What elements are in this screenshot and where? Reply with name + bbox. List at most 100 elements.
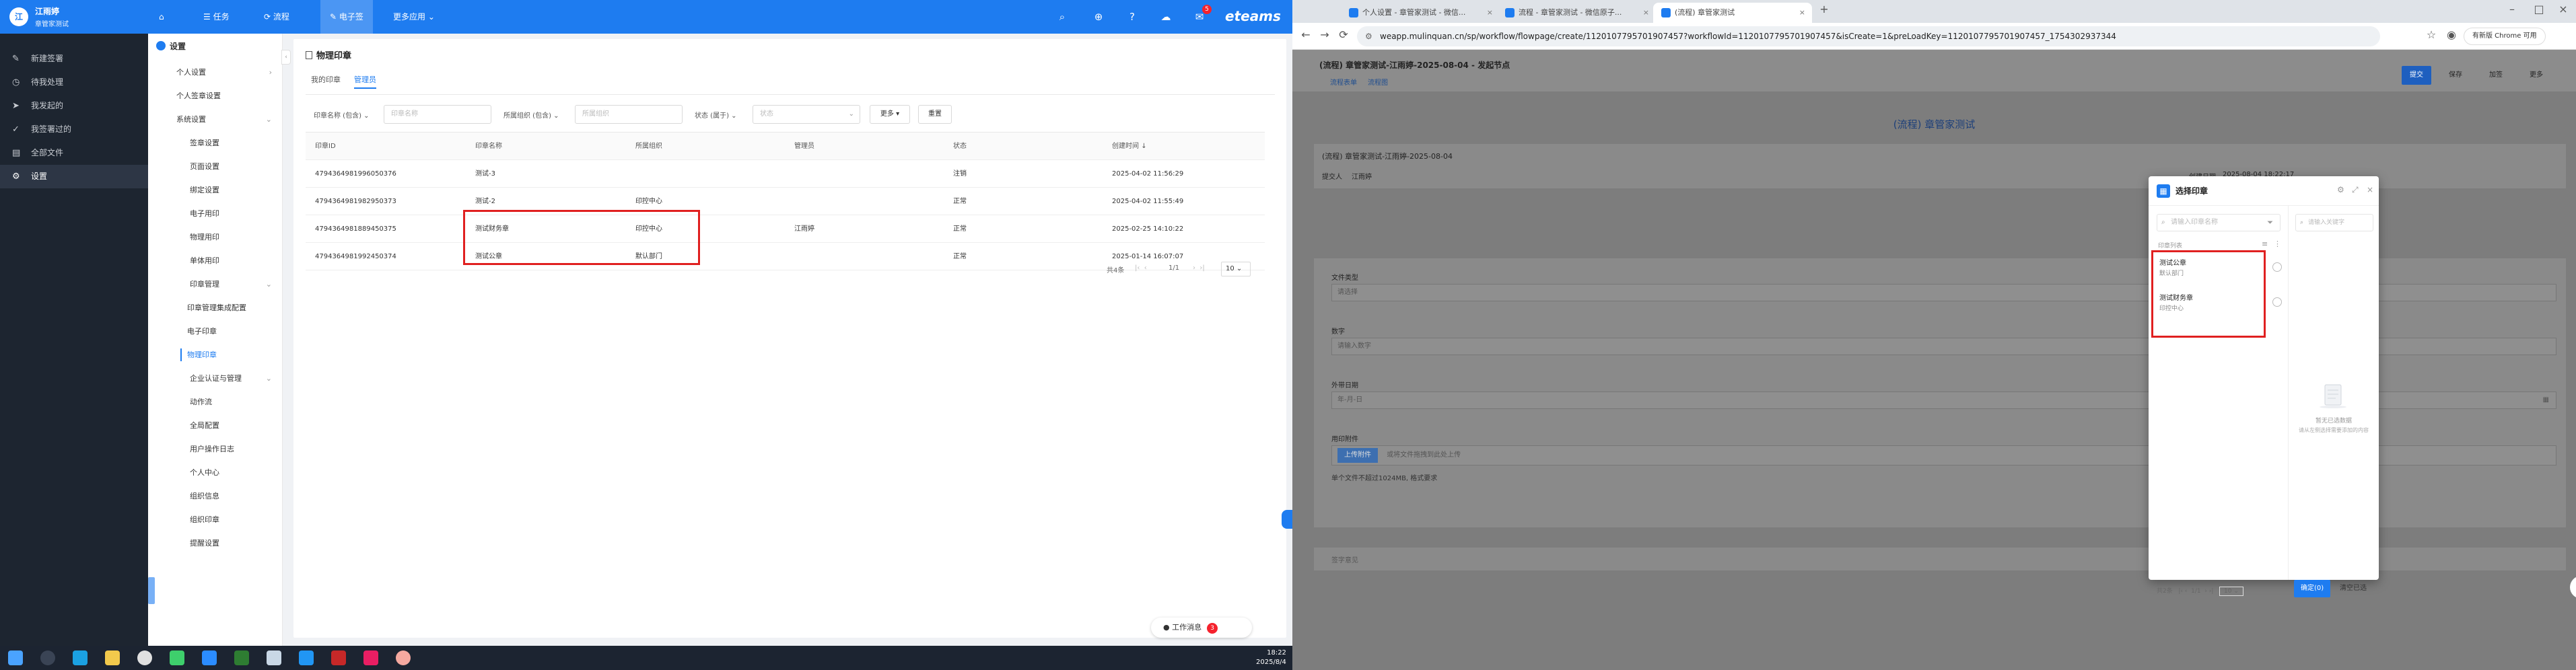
tab-form[interactable]: 流程表单	[1330, 79, 1357, 87]
tab-admin[interactable]: 管理员	[354, 74, 376, 89]
filter-name-label[interactable]: 印章名称 (包含) ⌄	[314, 110, 370, 120]
sidebar-item-new-sign[interactable]: ✎ 新建签署	[0, 47, 148, 71]
settings-item-global-config[interactable]: 全局配置	[148, 414, 283, 437]
chrome-icon[interactable]	[137, 650, 152, 665]
profile-icon[interactable]: ◉	[2443, 28, 2460, 41]
table-row[interactable]: 4794364981982950373 测试-2 印控中心 正常 2025-04…	[306, 188, 1265, 215]
browser-tab-active[interactable]: (流程) 章管家测试 ×	[1653, 3, 1812, 23]
pager-prev[interactable]: |‹ ‹	[1135, 264, 1147, 272]
browser-tab[interactable]: 个人设置 - 章管家测试 - 微信... ×	[1341, 3, 1500, 23]
reset-button[interactable]: 重置	[918, 105, 952, 124]
settings-item-personal[interactable]: 个人设置 ›	[148, 61, 283, 84]
search-icon[interactable]: ⌕	[1054, 9, 1070, 25]
settings-item-physical-seal-use[interactable]: 物理用印	[148, 225, 283, 249]
sidebar-item-initiated[interactable]: ➤ 我发起的	[0, 94, 148, 118]
close-icon[interactable]: ×	[1487, 3, 1493, 23]
list-view-icon[interactable]: ≡	[2262, 239, 2268, 248]
settings-item-single-use[interactable]: 单体用印	[148, 249, 283, 272]
seal-option-radio[interactable]	[2272, 297, 2282, 307]
system-clock[interactable]: 18:22 2025/8/4	[1256, 648, 1286, 667]
message-icon[interactable]: ✉ 5	[1191, 5, 1212, 25]
settings-item-org-seal[interactable]: 组织印章	[148, 508, 283, 531]
help-icon[interactable]: ?	[1124, 9, 1140, 25]
settings-item-e-seal-use[interactable]: 电子用印	[148, 202, 283, 225]
more-filters-button[interactable]: 更多 ▾	[870, 105, 910, 124]
sign-opinion-input[interactable]: 签字意见	[1331, 554, 1358, 564]
app-icon[interactable]	[267, 650, 281, 665]
forward-icon[interactable]: →	[1317, 28, 1333, 41]
wechat-icon[interactable]	[170, 650, 184, 665]
settings-nav-scrollbar[interactable]	[148, 577, 155, 604]
table-row[interactable]: 4794364981889450375 测试财务章 印控中心 江雨婷 正常 20…	[306, 215, 1265, 243]
close-icon[interactable]: ×	[1799, 3, 1805, 23]
dialog-page-size[interactable]: 10 ⌄	[2219, 587, 2243, 596]
status-select[interactable]: 状态 ⌄	[753, 105, 860, 124]
close-icon[interactable]: ×	[2367, 185, 2373, 194]
nav-task[interactable]: ☰ 任务	[203, 0, 230, 34]
org-input[interactable]: 所属组织	[575, 105, 683, 124]
app-icon[interactable]	[299, 650, 314, 665]
app-icon[interactable]	[363, 650, 378, 665]
excel-icon[interactable]	[234, 650, 249, 665]
tab-flowchart[interactable]: 流程图	[1368, 79, 1388, 87]
address-bar[interactable]: ⚙ weapp.mulinquan.cn/sp/workflow/flowpage…	[1357, 26, 2380, 46]
settings-item-e-seal[interactable]: 电子印章	[148, 320, 283, 343]
new-tab-icon[interactable]: +	[1816, 3, 1832, 15]
nav-esign[interactable]: ✎ 电子签	[320, 0, 373, 34]
floating-assistant-tab[interactable]	[1282, 510, 1292, 529]
settings-item-seal-management[interactable]: 印章管理 ⌄	[148, 272, 283, 296]
settings-item-action-flow[interactable]: 动作流	[148, 390, 283, 414]
clear-selected-button[interactable]: 清空已选	[2333, 580, 2373, 597]
settings-item-reminder[interactable]: 提醒设置	[148, 531, 283, 555]
collapse-toggle[interactable]: ‹	[281, 50, 291, 65]
browser-tab[interactable]: 流程 - 章管家测试 - 微信原子... ×	[1497, 3, 1656, 23]
edge-icon[interactable]	[73, 650, 88, 665]
app-icon[interactable]	[202, 650, 217, 665]
seal-name-input[interactable]: 印章名称	[384, 105, 491, 124]
app-icon[interactable]	[331, 650, 346, 665]
sidebar-item-todo[interactable]: ◷ 待我处理	[0, 71, 148, 94]
nav-home[interactable]: ⌂	[159, 0, 164, 34]
col-created[interactable]: 创建时间 ↓	[1112, 133, 1147, 160]
close-icon[interactable]: ×	[1643, 3, 1649, 23]
settings-item-seal-integration[interactable]: 印章管理集成配置	[148, 296, 283, 320]
cloud-icon[interactable]: ☁	[1158, 9, 1174, 25]
settings-item-system[interactable]: 系统设置 ⌄	[148, 108, 283, 131]
sidebar-item-settings[interactable]: ⚙ 设置	[0, 165, 148, 188]
bookmark-star-icon[interactable]: ☆	[2423, 28, 2439, 41]
settings-item-personal-seal[interactable]: 个人签章设置	[148, 84, 283, 108]
tab-my-seals[interactable]: 我的印章	[311, 74, 341, 85]
submit-button[interactable]: 提交	[2402, 66, 2431, 85]
settings-item-page[interactable]: 页面设置	[148, 155, 283, 178]
back-icon[interactable]: ←	[1298, 28, 1314, 41]
maximize-icon[interactable]: □	[2531, 3, 2547, 15]
save-button[interactable]: 保存	[2441, 66, 2470, 85]
settings-item-org-info[interactable]: 组织信息	[148, 484, 283, 508]
user-name[interactable]: 江雨婷	[35, 5, 59, 17]
seal-search-input[interactable]: ⌕ 请输入印章名称 ⏷	[2157, 214, 2281, 231]
settings-item-enterprise-auth[interactable]: 企业认证与管理 ⌄	[148, 367, 283, 390]
close-window-icon[interactable]: ×	[2555, 3, 2571, 15]
tree-view-icon[interactable]: ⋮	[2274, 239, 2281, 248]
user-avatar[interactable]: 江	[9, 7, 28, 26]
pager-next[interactable]: › ›|	[1193, 264, 1205, 272]
settings-item-binding[interactable]: 绑定设置	[148, 178, 283, 202]
table-row[interactable]: 4794364981996050376 测试-3 注销 2025-04-02 1…	[306, 160, 1265, 188]
settings-item-personal-center[interactable]: 个人中心	[148, 461, 283, 484]
settings-item-seal-settings[interactable]: 签章设置	[148, 131, 283, 155]
nav-flow[interactable]: ⟳ 流程	[264, 0, 289, 34]
chrome-icon[interactable]	[396, 650, 411, 665]
more-button[interactable]: 更多	[2521, 66, 2551, 85]
work-notice-button[interactable]: ● 工作消息 3	[1151, 618, 1252, 638]
chrome-update-button[interactable]: 有新版 Chrome 可用	[2464, 28, 2546, 45]
selected-search-input[interactable]: ⌕ 请输入关键字	[2295, 214, 2373, 231]
folder-icon[interactable]	[105, 650, 120, 665]
settings-item-user-log[interactable]: 用户操作日志	[148, 437, 283, 461]
sidebar-item-all-files[interactable]: ▤ 全部文件	[0, 141, 148, 165]
windows-start-icon[interactable]	[8, 650, 23, 665]
nav-more-apps[interactable]: 更多应用 ⌄	[393, 0, 435, 34]
settings-icon[interactable]: ⚙	[2337, 185, 2344, 194]
sidebar-item-signed[interactable]: ✓ 我签署过的	[0, 118, 148, 141]
add-icon[interactable]: ⊕	[1090, 9, 1107, 25]
seal-option-radio[interactable]	[2272, 262, 2282, 272]
